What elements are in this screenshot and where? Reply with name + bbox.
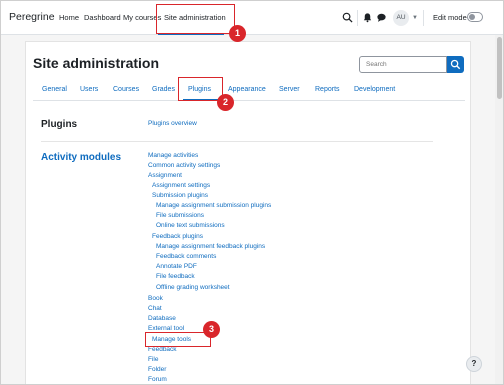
admin-search-input[interactable] (359, 56, 447, 73)
link-assignment-settings[interactable]: Assignment settings (152, 182, 210, 189)
section-heading-activity-modules[interactable]: Activity modules (41, 152, 121, 163)
navbar-divider (423, 10, 424, 26)
help-button[interactable]: ? (466, 356, 482, 372)
search-button[interactable] (447, 56, 464, 73)
tab-users[interactable]: Users (80, 86, 98, 93)
step-badge-1: 1 (229, 25, 246, 42)
link-feedback-plugins[interactable]: Feedback plugins (152, 233, 203, 240)
link-forum[interactable]: Forum (148, 376, 167, 383)
site-brand[interactable]: Peregrine (9, 11, 55, 23)
highlight-box-plugins-tab (178, 77, 223, 101)
highlight-box-site-administration (156, 4, 235, 34)
tab-appearance[interactable]: Appearance (228, 86, 266, 93)
link-file-submissions[interactable]: File submissions (156, 212, 204, 219)
tab-general[interactable]: General (42, 86, 67, 93)
step-badge-2: 2 (217, 94, 234, 111)
step-badge-3: 3 (203, 321, 220, 338)
link-common-activity-settings[interactable]: Common activity settings (148, 162, 220, 169)
section-heading-plugins: Plugins (41, 119, 78, 130)
tab-server[interactable]: Server (279, 86, 300, 93)
search-icon[interactable] (342, 12, 353, 23)
link-feedback[interactable]: Feedback (148, 346, 177, 353)
scrollbar-thumb[interactable] (497, 37, 502, 99)
nav-dashboard[interactable]: Dashboard (84, 13, 121, 22)
link-annotate-pdf[interactable]: Annotate PDF (156, 263, 197, 270)
edit-mode-label: Edit mode (433, 13, 467, 22)
top-navbar: Peregrine Home Dashboard My courses Site… (1, 1, 503, 35)
link-feedback-comments[interactable]: Feedback comments (156, 253, 216, 260)
link-plugins-overview[interactable]: Plugins overview (148, 120, 197, 127)
link-assignment[interactable]: Assignment (148, 172, 182, 179)
navbar-divider (357, 10, 358, 26)
link-submission-plugins[interactable]: Submission plugins (152, 192, 208, 199)
tabs-underline (33, 100, 465, 101)
edit-mode-toggle[interactable] (467, 12, 483, 22)
chevron-down-icon[interactable]: ▼ (412, 15, 418, 21)
nav-home[interactable]: Home (59, 13, 79, 22)
browser-viewport: Peregrine Home Dashboard My courses Site… (0, 0, 504, 385)
tab-development[interactable]: Development (354, 86, 395, 93)
search-icon (450, 59, 461, 70)
tab-reports[interactable]: Reports (315, 86, 340, 93)
link-book[interactable]: Book (148, 295, 163, 302)
link-manage-assignment-feedback-plugins[interactable]: Manage assignment feedback plugins (156, 243, 265, 250)
link-folder[interactable]: Folder (148, 366, 166, 373)
toggle-knob (469, 14, 475, 20)
link-manage-activities[interactable]: Manage activities (148, 152, 198, 159)
tab-courses[interactable]: Courses (113, 86, 139, 93)
link-file[interactable]: File (148, 356, 158, 363)
link-offline-grading-worksheet[interactable]: Offline grading worksheet (156, 284, 230, 291)
link-database[interactable]: Database (148, 315, 176, 322)
link-chat[interactable]: Chat (148, 305, 162, 312)
link-online-text-submissions[interactable]: Online text submissions (156, 222, 225, 229)
bell-icon[interactable] (362, 12, 373, 23)
page-title: Site administration (33, 55, 160, 71)
link-external-tool[interactable]: External tool (148, 325, 184, 332)
link-manage-assignment-submission-plugins[interactable]: Manage assignment submission plugins (156, 202, 271, 209)
highlight-box-manage-tools (145, 332, 211, 347)
chat-icon[interactable] (376, 12, 387, 23)
tab-grades[interactable]: Grades (152, 86, 175, 93)
link-file-feedback[interactable]: File feedback (156, 273, 195, 280)
user-avatar[interactable]: AU (393, 10, 409, 26)
section-divider (41, 141, 433, 142)
